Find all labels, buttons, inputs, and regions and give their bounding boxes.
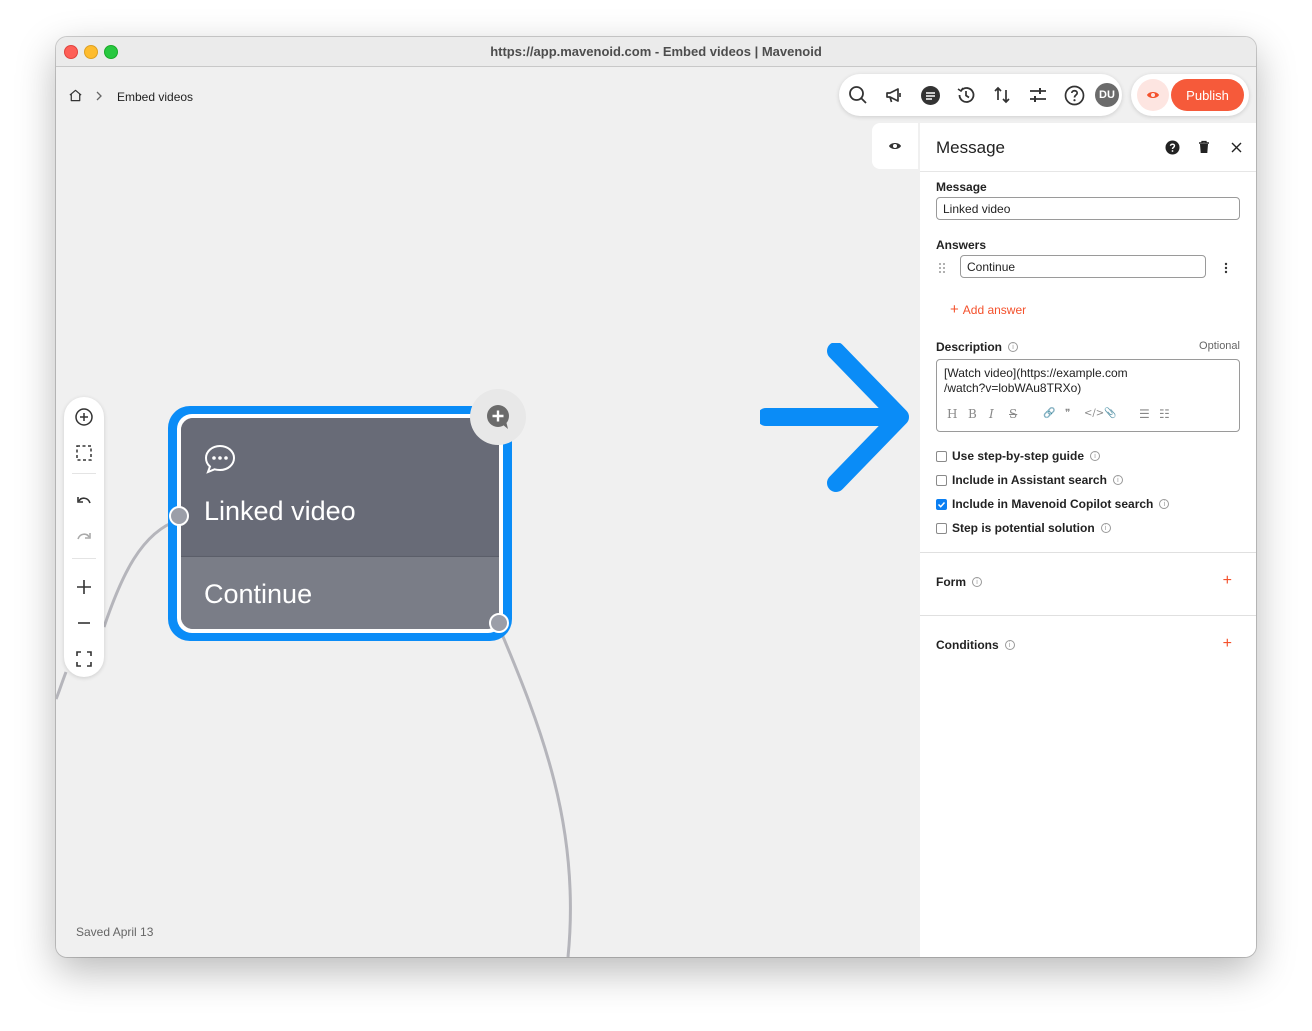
redo-icon[interactable] xyxy=(72,526,96,550)
step-by-step-checkbox[interactable]: Use step-by-step guide i xyxy=(936,449,1101,463)
breadcrumb-current[interactable]: Embed videos xyxy=(117,90,193,104)
add-condition-icon[interactable]: + xyxy=(1223,635,1232,653)
info-icon[interactable]: i xyxy=(1112,475,1123,485)
copilot-search-checkbox[interactable]: Include in Mavenoid Copilot search i xyxy=(936,497,1170,511)
strikethrough-icon[interactable]: S xyxy=(1009,407,1017,421)
answer-input[interactable] xyxy=(960,255,1206,278)
optional-label: Optional xyxy=(1199,340,1240,352)
panel-title: Message xyxy=(936,138,1005,157)
form-label: Form i xyxy=(936,575,982,589)
help-icon[interactable] xyxy=(1062,83,1086,107)
info-icon[interactable]: i xyxy=(972,577,982,587)
trash-icon[interactable] xyxy=(1195,138,1213,156)
browser-window: https://app.mavenoid.com - Embed videos … xyxy=(56,37,1256,957)
bulleted-list-icon[interactable]: ☰ xyxy=(1139,407,1150,421)
code-icon[interactable]: </> xyxy=(1084,407,1104,421)
checkbox[interactable] xyxy=(936,522,947,534)
toggle-preview-icon[interactable] xyxy=(872,123,918,169)
checkbox[interactable] xyxy=(936,474,947,486)
conditions-label: Conditions i xyxy=(936,638,1015,652)
message-label: Message xyxy=(936,180,987,194)
info-icon[interactable]: i xyxy=(1008,342,1019,352)
info-icon[interactable]: i xyxy=(1090,451,1101,461)
top-toolbar: DU xyxy=(839,74,1122,116)
zoom-in-icon[interactable] xyxy=(72,575,96,599)
add-node-icon[interactable] xyxy=(72,405,96,429)
add-form-icon[interactable]: + xyxy=(1223,572,1232,590)
heading-icon[interactable]: H xyxy=(947,407,957,421)
plus-icon: + xyxy=(950,301,959,318)
title-bar: https://app.mavenoid.com - Embed videos … xyxy=(56,37,1256,67)
italic-icon[interactable]: I xyxy=(989,407,994,421)
history-icon[interactable] xyxy=(954,83,978,107)
publish-group: Publish xyxy=(1131,74,1249,116)
node-answer-label: Continue xyxy=(204,579,313,609)
search-icon[interactable] xyxy=(846,83,870,107)
message-node[interactable]: Linked video Continue xyxy=(181,418,499,629)
more-options-icon[interactable] xyxy=(1224,261,1228,279)
node-input-port[interactable] xyxy=(169,506,189,526)
megaphone-icon[interactable] xyxy=(882,83,906,107)
help-circle-icon[interactable] xyxy=(1163,138,1181,156)
form-section[interactable]: Form i + xyxy=(920,552,1256,615)
avatar[interactable]: DU xyxy=(1095,83,1119,107)
add-answer-button[interactable]: + Add answer xyxy=(950,301,1026,318)
window-title: https://app.mavenoid.com - Embed videos … xyxy=(490,44,822,59)
answers-label: Answers xyxy=(936,238,987,252)
preview-eye-icon[interactable] xyxy=(1137,79,1169,111)
zoom-out-icon[interactable] xyxy=(72,611,96,635)
attachment-icon[interactable]: 📎 xyxy=(1104,407,1116,421)
checkbox[interactable] xyxy=(936,450,947,462)
undo-icon[interactable] xyxy=(72,490,96,514)
checkbox-checked[interactable] xyxy=(936,498,947,510)
potential-solution-checkbox[interactable]: Step is potential solution i xyxy=(936,521,1111,535)
description-editor[interactable]: [Watch video](https://example.com /watch… xyxy=(936,359,1240,432)
link-icon[interactable]: 🔗 xyxy=(1043,407,1055,421)
numbered-list-icon[interactable]: ☷ xyxy=(1159,407,1170,421)
description-text[interactable]: [Watch video](https://example.com /watch… xyxy=(944,366,1234,396)
info-icon[interactable]: i xyxy=(1159,499,1170,509)
sort-icon[interactable] xyxy=(990,83,1014,107)
node-header[interactable]: Linked video xyxy=(181,418,499,555)
assistant-search-checkbox[interactable]: Include in Assistant search i xyxy=(936,473,1123,487)
node-output-port[interactable] xyxy=(489,613,509,633)
fit-view-icon[interactable] xyxy=(72,647,96,671)
info-icon[interactable]: i xyxy=(1100,523,1111,533)
arrow-right-icon xyxy=(760,343,909,492)
add-to-node-button[interactable] xyxy=(470,389,526,445)
properties-panel: Message Message Answers + Add answer xyxy=(920,123,1256,957)
saved-status: Saved April 13 xyxy=(76,925,154,939)
chevron-right-icon xyxy=(95,90,103,104)
close-icon[interactable] xyxy=(1227,138,1245,156)
quote-icon[interactable]: ❞ xyxy=(1065,407,1070,421)
node-answer[interactable]: Continue xyxy=(181,556,499,629)
chat-bubble-icon xyxy=(203,443,237,480)
bold-icon[interactable]: B xyxy=(968,407,977,421)
node-title: Linked video xyxy=(204,496,356,526)
chat-icon[interactable] xyxy=(918,83,942,107)
canvas-toolbox xyxy=(64,397,104,677)
select-area-icon[interactable] xyxy=(72,441,96,465)
info-icon[interactable]: i xyxy=(1004,640,1015,650)
message-input[interactable] xyxy=(936,197,1240,220)
publish-button[interactable]: Publish xyxy=(1171,79,1244,111)
description-label: Description i xyxy=(936,340,1019,354)
flow-canvas[interactable]: Embed videos Linked video Continue xyxy=(56,67,920,957)
drag-handle-icon[interactable] xyxy=(938,261,946,279)
sliders-icon[interactable] xyxy=(1026,83,1050,107)
panel-header: Message xyxy=(920,123,1256,172)
home-icon[interactable] xyxy=(68,88,83,106)
conditions-section[interactable]: Conditions i + xyxy=(920,615,1256,678)
breadcrumb: Embed videos xyxy=(68,88,193,106)
